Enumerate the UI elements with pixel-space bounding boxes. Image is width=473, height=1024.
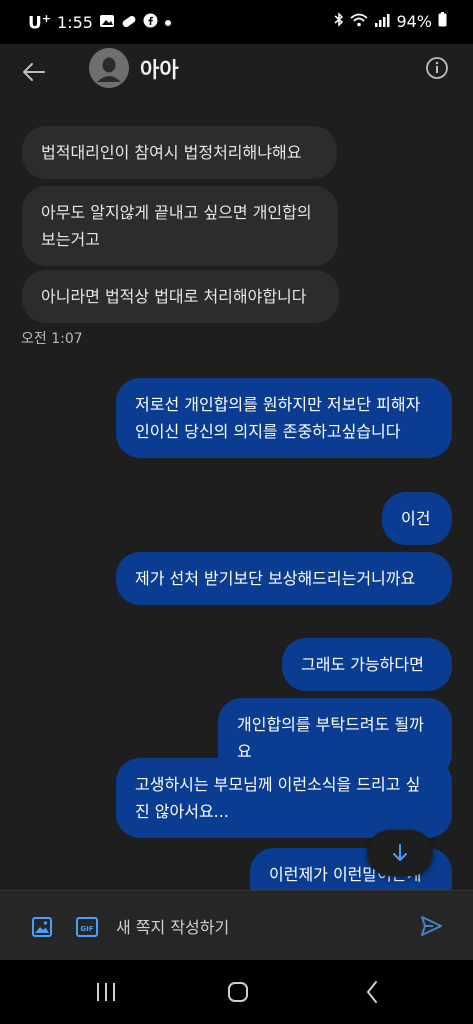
- conversation-title[interactable]: 아아: [140, 54, 179, 84]
- chat-header: 아아: [0, 44, 473, 108]
- battery-percent: 94%: [396, 12, 432, 31]
- wifi-icon: [350, 13, 369, 31]
- message-outgoing: 제가 선처 받기보단 보상해드리는거니까요: [116, 552, 452, 605]
- attach-gif-button[interactable]: GIF: [75, 916, 99, 938]
- arrow-left-icon: [23, 63, 45, 81]
- signal-icon: [374, 13, 390, 31]
- scroll-to-bottom-button[interactable]: [367, 830, 433, 876]
- facebook-notification-icon: [143, 13, 158, 32]
- message-outgoing: 이건: [382, 492, 452, 545]
- system-navigation-bar: [0, 960, 473, 1024]
- message-incoming: 법적대리인이 참여시 법정처리해냐해요: [22, 126, 337, 179]
- carrier-label: U+: [28, 12, 52, 34]
- info-button[interactable]: [425, 56, 449, 80]
- gif-label: GIF: [80, 925, 93, 933]
- home-icon: [228, 982, 248, 1002]
- pill-notification-icon: [121, 14, 137, 32]
- clock: 1:55: [57, 13, 93, 33]
- battery-icon: [438, 12, 447, 31]
- message-outgoing: 그래도 가능하다면: [282, 638, 452, 691]
- back-button[interactable]: [18, 56, 50, 88]
- recent-apps-icon: [97, 983, 115, 1001]
- send-icon: [421, 916, 442, 936]
- status-left: U+ 1:55: [28, 12, 172, 34]
- message-input[interactable]: [116, 909, 396, 945]
- message-outgoing: 저로선 개인합의를 원하지만 저보단 피해자인이신 당신의 의지를 존중하고싶습…: [116, 378, 452, 458]
- message-list[interactable]: 법적대리인이 참여시 법정처리해냐해요 아무도 알지않게 끝내고 싶으면 개인합…: [0, 108, 473, 890]
- message-outgoing: 고생하시는 부모님께 이런소식을 드리고 싶진 않아서요...: [116, 758, 452, 838]
- status-bar: U+ 1:55 94%: [0, 0, 473, 44]
- attach-image-button[interactable]: [30, 915, 54, 939]
- info-icon: [426, 57, 448, 79]
- status-right: 94%: [334, 12, 447, 31]
- chevron-left-icon: [367, 981, 377, 1003]
- send-button[interactable]: [418, 913, 444, 939]
- recent-apps-button[interactable]: [90, 978, 122, 1006]
- avatar[interactable]: [89, 48, 129, 88]
- chat-screen: 아아 법적대리인이 참여시 법정처리해냐해요 아무도 알지않게 끝내고 싶으면 …: [0, 44, 473, 960]
- arrow-down-icon: [393, 844, 407, 861]
- message-incoming: 아니라면 법적상 법대로 처리해야합니다: [22, 270, 339, 323]
- system-back-button[interactable]: [356, 978, 388, 1006]
- more-notifications-dot-icon: [164, 15, 172, 31]
- message-timestamp: 오전 1:07: [21, 331, 83, 347]
- message-composer: GIF: [0, 890, 473, 960]
- bluetooth-icon: [334, 12, 344, 31]
- home-button[interactable]: [222, 978, 254, 1006]
- default-avatar-icon: [89, 48, 129, 88]
- image-icon: [32, 917, 52, 937]
- message-incoming: 아무도 알지않게 끝내고 싶으면 개인합의 보는거고: [22, 186, 338, 266]
- gallery-notification-icon: [99, 14, 115, 32]
- gif-icon: GIF: [76, 917, 98, 937]
